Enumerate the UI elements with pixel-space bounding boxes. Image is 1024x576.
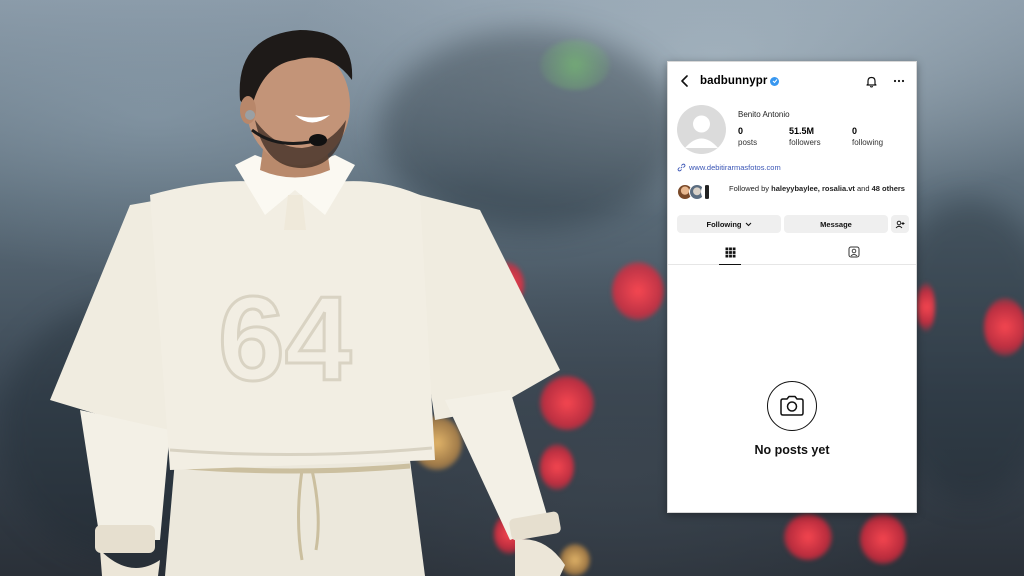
- bokeh-light: [612, 262, 664, 320]
- add-user-button[interactable]: [891, 215, 909, 233]
- profile-avatar[interactable]: [677, 105, 726, 154]
- message-button[interactable]: Message: [784, 215, 888, 233]
- bell-icon[interactable]: [864, 74, 878, 88]
- jersey-number: 64: [218, 272, 352, 406]
- bio-link[interactable]: www.debitirarmasfotos.com: [677, 163, 781, 172]
- stat-following[interactable]: 0 following: [852, 126, 883, 148]
- stat-value: 0: [738, 126, 744, 136]
- following-button-label: Following: [706, 219, 742, 229]
- bokeh-light: [860, 514, 906, 564]
- stat-value: 51.5M: [789, 126, 815, 136]
- profile-actions: Following Message: [677, 215, 909, 233]
- mutual-avatars: [677, 182, 725, 202]
- bokeh-light: [784, 514, 832, 560]
- camera-icon: [767, 381, 817, 431]
- stat-label: following: [852, 138, 884, 147]
- bokeh-light: [917, 282, 935, 332]
- message-button-label: Message: [820, 219, 852, 229]
- stat-posts[interactable]: 0 posts: [738, 126, 757, 148]
- username: badbunnypr: [700, 75, 768, 87]
- followed-and: and: [854, 184, 872, 193]
- performer-figure: 64: [40, 20, 580, 576]
- stat-followers[interactable]: 51.5M followers: [789, 126, 821, 148]
- followed-by[interactable]: Followed by haleyybaylee, rosalia.vt and…: [677, 182, 909, 202]
- following-button[interactable]: Following: [677, 215, 781, 233]
- followed-names: haleyybaylee, rosalia.vt: [771, 184, 855, 193]
- display-name: Benito Antonio: [738, 110, 790, 119]
- profile-header: badbunnypr: [668, 62, 916, 100]
- chevron-down-icon: [745, 222, 751, 226]
- tab-posts-grid[interactable]: [668, 240, 792, 264]
- bokeh-light: [984, 298, 1024, 356]
- instagram-profile-screenshot: badbunnypr Benito Antonio 0 posts 51.5M …: [667, 61, 917, 513]
- stat-label: posts: [738, 138, 758, 147]
- more-icon[interactable]: [892, 74, 906, 88]
- back-arrow-icon[interactable]: [678, 74, 692, 88]
- stat-label: followers: [789, 138, 821, 147]
- link-icon: [677, 163, 686, 172]
- bio-link-text: www.debitirarmasfotos.com: [689, 163, 781, 172]
- verified-badge-icon: [770, 76, 780, 86]
- empty-state-text: No posts yet: [754, 443, 830, 457]
- tab-tagged[interactable]: [792, 240, 916, 264]
- profile-tabs: [668, 240, 916, 265]
- header-actions: [864, 74, 906, 88]
- tagged-icon: [848, 246, 860, 258]
- followed-prefix: Followed by: [729, 184, 772, 193]
- followed-others: 48 others: [871, 184, 905, 193]
- grid-icon: [725, 247, 735, 257]
- add-user-icon: [895, 220, 905, 228]
- stat-value: 0: [852, 126, 858, 136]
- avatar: [701, 184, 713, 200]
- followed-by-text: Followed by haleyybaylee, rosalia.vt and…: [729, 182, 905, 195]
